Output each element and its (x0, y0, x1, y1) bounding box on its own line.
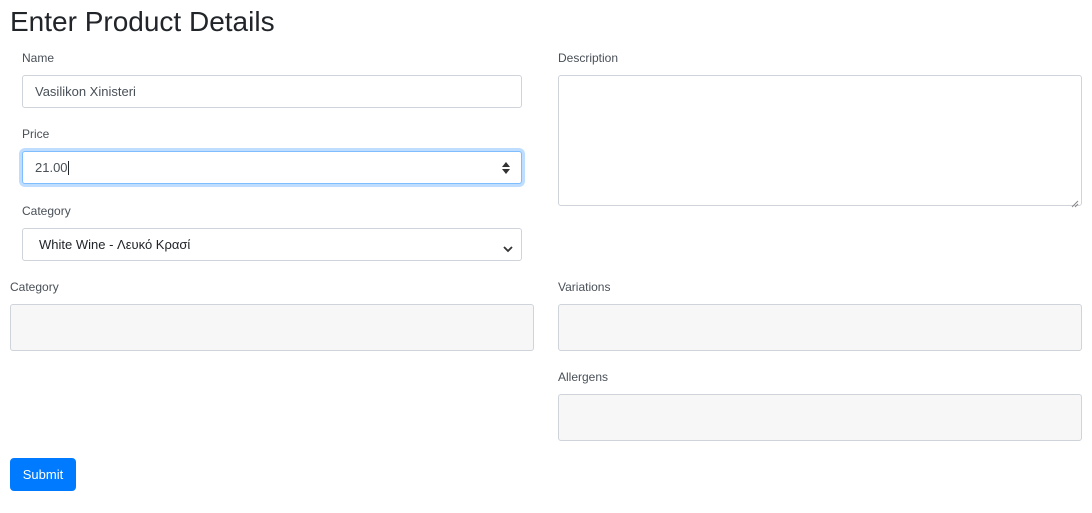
name-label: Name (22, 51, 55, 65)
price-input[interactable]: 21.00 (22, 151, 522, 184)
category-box-label: Category (10, 280, 59, 294)
description-textarea[interactable] (558, 75, 1082, 208)
category-select[interactable]: White Wine - Λευκό Κρασί (22, 228, 522, 261)
category-select-label: Category (22, 204, 71, 218)
page-title: Enter Product Details (10, 6, 275, 37)
price-label: Price (22, 127, 50, 141)
number-spinner-icon[interactable] (501, 161, 511, 175)
resize-grip-icon[interactable] (1071, 195, 1079, 208)
submit-button[interactable]: Submit (10, 458, 76, 491)
category-select-value: White Wine - Λευκό Κρασί (39, 237, 191, 252)
allergens-label: Allergens (558, 370, 609, 384)
description-label: Description (558, 51, 619, 65)
variations-label: Variations (558, 280, 611, 294)
name-input[interactable]: Vasilikon Xinisteri (22, 75, 522, 108)
category-box[interactable] (10, 304, 534, 351)
name-input-value: Vasilikon Xinisteri (35, 84, 136, 99)
price-input-value: 21.00 (35, 160, 68, 175)
allergens-box[interactable] (558, 394, 1082, 441)
chevron-down-icon (503, 241, 513, 252)
variations-box[interactable] (558, 304, 1082, 351)
text-caret (67, 160, 69, 175)
